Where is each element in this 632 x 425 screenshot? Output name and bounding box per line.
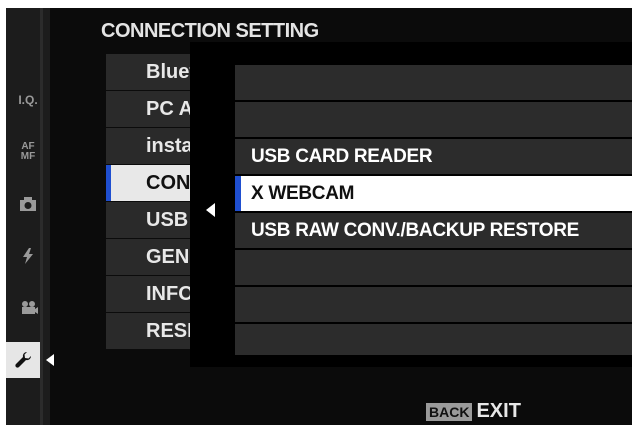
option-x-webcam[interactable]: X WEBCAM <box>235 176 632 211</box>
wrench-icon <box>15 351 32 368</box>
option-usb-card-reader[interactable]: USB CARD READER <box>235 139 632 174</box>
af-mf-icon: AF MF <box>20 141 36 162</box>
option-empty-2 <box>235 102 632 137</box>
flash-icon <box>23 248 33 264</box>
menu-title: CONNECTION SETTING <box>101 20 319 42</box>
sidebar-tab-flash[interactable] <box>6 238 50 274</box>
option-label: USB CARD READER <box>251 145 433 167</box>
sidebar-tab-image-quality[interactable]: I.Q. <box>6 82 50 118</box>
back-button-badge[interactable]: BACK <box>426 402 473 421</box>
sidebar-tab-af-mf[interactable]: AF MF <box>6 134 50 170</box>
sidebar-tab-shooting[interactable] <box>6 186 50 222</box>
option-empty-3 <box>235 250 632 285</box>
exit-label: EXIT <box>476 400 521 422</box>
option-empty-1 <box>235 65 632 100</box>
footer-hint: BACK EXIT <box>426 400 521 423</box>
camera-icon <box>20 197 36 211</box>
sidebar-tab-movie[interactable] <box>6 290 50 326</box>
image-quality-icon: I.Q. <box>18 93 38 107</box>
option-empty-5 <box>235 324 632 355</box>
sidebar-selection-arrow-icon <box>46 354 54 366</box>
option-empty-4 <box>235 287 632 322</box>
connection-mode-options: USB CARD READER X WEBCAM USB RAW CONV./B… <box>235 65 632 357</box>
movie-icon <box>22 301 38 314</box>
option-label: USB RAW CONV./BACKUP RESTORE <box>251 219 580 241</box>
submenu-pointer-arrow-icon <box>206 203 215 217</box>
sidebar: I.Q. AF MF <box>6 8 50 425</box>
sidebar-tab-setup[interactable] <box>6 342 40 378</box>
camera-menu-screen: I.Q. AF MF CONNECTION SETTING Blue PC in… <box>6 8 632 425</box>
option-label: X WEBCAM <box>251 182 355 204</box>
option-usb-raw-conv[interactable]: USB RAW CONV./BACKUP RESTORE <box>235 213 632 248</box>
